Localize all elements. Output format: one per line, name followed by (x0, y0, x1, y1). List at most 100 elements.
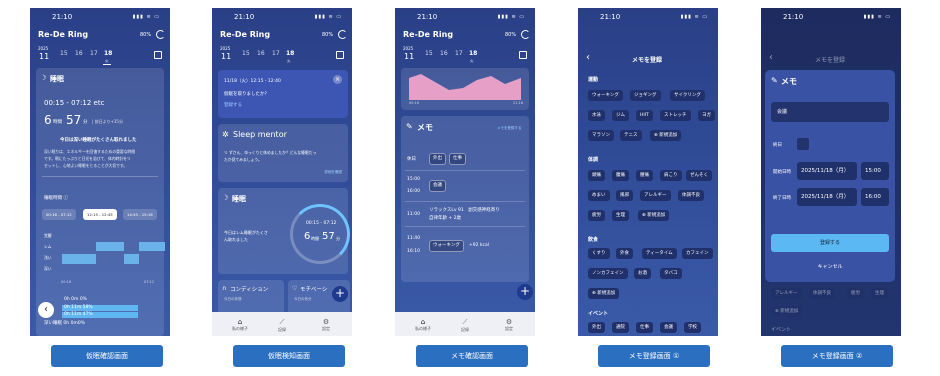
calendar-icon[interactable] (154, 51, 162, 59)
chip-outing[interactable]: 外出 (429, 153, 446, 165)
date-18[interactable]: 18 (469, 50, 477, 57)
calendar-icon[interactable] (336, 51, 344, 59)
back-icon[interactable]: ‹ (38, 302, 54, 318)
tag-tennis[interactable]: テニス (620, 130, 642, 141)
tag-cycling[interactable]: サイクリング (670, 90, 705, 101)
add-new-exercise[interactable]: ⊕ 新規追加 (650, 130, 682, 141)
nap-chip-3[interactable]: 14:55 - 15:16 (123, 209, 157, 220)
tag-hospital[interactable]: 通院 (612, 322, 629, 333)
tab-settings[interactable]: ⚙ 設定 (499, 318, 519, 332)
tag-caffeine[interactable]: カフェイン (682, 248, 713, 259)
date-17[interactable]: 17 (455, 50, 463, 57)
nap-notice-card[interactable]: 11/18（火）12:15 - 12:40 仮眠を取りましたか？ 登録する × (218, 70, 348, 118)
tab-record[interactable]: ⟋ 記録 (455, 318, 475, 333)
start-time-field[interactable]: 15:00 (861, 162, 889, 180)
legend-rem: 0h 11m 58% (64, 305, 93, 310)
tag-backpain[interactable]: 腰痛 (636, 170, 653, 181)
tab-settings[interactable]: ⚙ 設定 (316, 318, 336, 332)
battery-text: 80% (322, 32, 334, 38)
tag-headache[interactable]: 頭痛 (588, 170, 605, 181)
tag-medicine[interactable]: くすり (588, 248, 610, 259)
tag-walking[interactable]: ウォーキング (588, 90, 623, 101)
tag-eatout[interactable]: 外食 (616, 248, 633, 259)
tag-unwell[interactable]: 体調不良 (678, 190, 704, 201)
bg-tag-period: 生理 (871, 288, 888, 299)
hypnogram-bar (62, 254, 96, 264)
tab-home[interactable]: ⌂ 私の様子 (413, 318, 433, 332)
tag-meeting[interactable]: 会議 (660, 322, 677, 333)
end-date-field[interactable]: 2025/11/18（月） (797, 188, 857, 206)
chip-meeting[interactable]: 会議 (429, 180, 446, 192)
date-18[interactable]: 18 (104, 50, 112, 57)
tag-jogging[interactable]: ジョギング (630, 90, 661, 101)
tab-home[interactable]: ⌂ 私の様子 (230, 318, 250, 332)
tag-hiit[interactable]: HIIT (636, 110, 653, 121)
submit-button[interactable]: 登録する (771, 234, 889, 252)
mentor-card[interactable]: ✲ Sleep mentor リ ずさん、ゆっくりと休めましたか？どんな睡眠だっ… (218, 124, 348, 182)
add-button[interactable]: + (517, 284, 533, 300)
battery-text: 80% (505, 32, 517, 38)
category-food: 飲食 (588, 237, 599, 243)
battery-ring-icon (338, 30, 347, 39)
tag-fatigue[interactable]: 疲労 (588, 210, 605, 221)
signal-icon: ▮▮▮ ≋ ▭ (497, 14, 525, 20)
memo-name-input[interactable]: 会議 (771, 102, 889, 122)
start-date-field[interactable]: 2025/11/18（月） (797, 162, 857, 180)
mentor-detail-link[interactable]: 詳細を確認 (325, 170, 343, 175)
tag-work[interactable]: 仕事 (636, 322, 653, 333)
tag-stretch[interactable]: ストレッチ (660, 110, 691, 121)
app-title: Re-De Ring (38, 30, 89, 39)
legend-deep: 深い睡眠 0h 0m0% (44, 321, 85, 326)
tag-noncaffeine[interactable]: ノンカフェイン (588, 268, 628, 279)
date-18[interactable]: 18 (286, 50, 294, 57)
axis-end: 07:12 (144, 280, 155, 284)
tag-asthma[interactable]: ぜんそく (686, 170, 712, 181)
tag-tobacco[interactable]: タバコ (660, 268, 682, 279)
date-15[interactable]: 15 (60, 50, 68, 57)
date-16[interactable]: 16 (75, 50, 83, 57)
chip-walking[interactable]: ウォーキング (429, 240, 464, 252)
tag-swim[interactable]: 水泳 (588, 110, 605, 121)
ring-mins: 57 (322, 231, 335, 242)
phone-nap-detect: 21:10 ▮▮▮ ≋ ▭ Re-De Ring 80% 2025 11 15 1… (212, 8, 352, 336)
tag-allergy[interactable]: アレルギー (640, 190, 671, 201)
date-17[interactable]: 17 (272, 50, 280, 57)
allday-checkbox[interactable] (797, 138, 809, 150)
nap-chip-1[interactable]: 00:16 - 07:12 (42, 209, 76, 220)
add-new-condition[interactable]: ⊕ 新規追加 (638, 210, 670, 221)
date-16[interactable]: 16 (257, 50, 265, 57)
dow-label: 火 (287, 59, 291, 63)
tag-gym[interactable]: ジム (612, 110, 629, 121)
notice-register-link[interactable]: 登録する (224, 102, 242, 108)
add-new-food[interactable]: ⊕ 新規追加 (588, 288, 620, 299)
date-16[interactable]: 16 (440, 50, 448, 57)
tag-dizzy[interactable]: めまい (588, 190, 610, 201)
date-15[interactable]: 15 (425, 50, 433, 57)
sleep-summary-card[interactable]: ☽ 睡眠 今日はレム睡眠がたくさ ん取れました 00:15 - 07:12 6 … (218, 188, 350, 274)
nap-chip-2[interactable]: 12:15 - 12:45 (83, 209, 117, 220)
chart-icon: ⟋ (279, 318, 285, 326)
tag-alcohol[interactable]: お酒 (634, 268, 651, 279)
tag-teatime[interactable]: ティータイム (642, 248, 677, 259)
tag-stomach[interactable]: 腹痛 (612, 170, 629, 181)
back-chevron-icon[interactable]: ‹ (586, 52, 590, 63)
date-15[interactable]: 15 (242, 50, 250, 57)
stress-graph-card: 00:16 21:16 (401, 68, 529, 110)
add-button[interactable]: + (332, 286, 348, 302)
end-time-field[interactable]: 16:00 (861, 188, 889, 206)
tag-yoga[interactable]: ヨガ (698, 110, 715, 121)
tag-period[interactable]: 生理 (612, 210, 629, 221)
tag-cold[interactable]: 風邪 (616, 190, 633, 201)
chip-work[interactable]: 仕事 (449, 153, 466, 165)
tab-record[interactable]: ⟋ 記録 (272, 318, 292, 333)
tag-outing[interactable]: 外出 (588, 322, 605, 333)
cancel-button[interactable]: キャンセル (771, 260, 889, 274)
tag-school[interactable]: 学校 (684, 322, 701, 333)
back-chevron-icon[interactable]: ‹ (769, 52, 773, 63)
tag-marathon[interactable]: マラソン (588, 130, 614, 141)
close-icon[interactable]: × (333, 75, 342, 84)
memo-register-link[interactable]: メモを登録する (497, 126, 522, 131)
calendar-icon[interactable] (519, 51, 527, 59)
date-17[interactable]: 17 (90, 50, 98, 57)
tag-stiffness[interactable]: 肩こり (660, 170, 682, 181)
